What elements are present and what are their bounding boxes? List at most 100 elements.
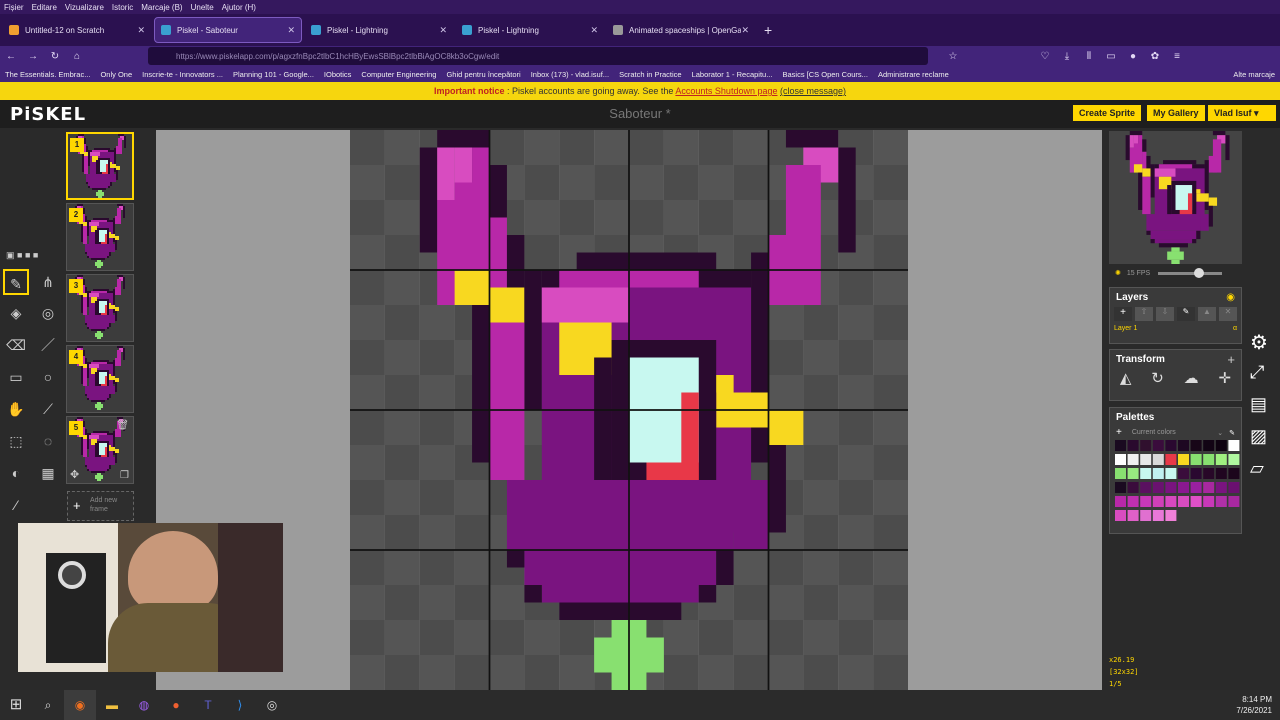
palette-swatch[interactable] xyxy=(1127,496,1139,507)
library-icon[interactable]: ⫴ xyxy=(1078,51,1100,62)
palette-swatch[interactable] xyxy=(1140,454,1152,465)
paint-bucket-icon[interactable]: ◈ xyxy=(3,300,29,326)
account-icon[interactable]: ● xyxy=(1122,51,1144,62)
move-frame-icon[interactable]: ✥ xyxy=(70,468,79,481)
palette-swatch[interactable] xyxy=(1165,510,1177,521)
palette-swatch[interactable] xyxy=(1140,510,1152,521)
palette-swatch[interactable] xyxy=(1127,440,1139,451)
palette-swatch[interactable] xyxy=(1190,496,1202,507)
bookmark[interactable]: The Essentials. Embrac... xyxy=(0,70,95,79)
color-picker-icon[interactable]: ⁄ xyxy=(3,492,29,518)
close-message-link[interactable]: (close message) xyxy=(780,86,846,96)
palette-swatch[interactable] xyxy=(1127,510,1139,521)
palette-swatch[interactable] xyxy=(1115,482,1126,493)
move-layer-up-icon[interactable]: ⇧ xyxy=(1135,307,1153,321)
bookmark[interactable]: Inbox (173) - vlad.isuf... xyxy=(526,70,614,79)
save-icon[interactable]: ▤ xyxy=(1250,394,1280,426)
frame-thumbnail[interactable]: 3 xyxy=(66,274,134,342)
paint-same-color-icon[interactable]: ◎ xyxy=(35,300,61,326)
palette-swatch[interactable] xyxy=(1165,440,1177,451)
bookmark[interactable]: IObotics xyxy=(319,70,357,79)
bookmark[interactable]: Basics [CS Open Cours... xyxy=(777,70,872,79)
eraser-icon[interactable]: ⌫ xyxy=(3,332,29,358)
palette-swatch[interactable] xyxy=(1152,510,1164,521)
flip-icon[interactable]: ◭ xyxy=(1120,369,1132,387)
plus-icon[interactable]: + xyxy=(1116,427,1122,438)
accounts-shutdown-link[interactable]: Accounts Shutdown page xyxy=(675,86,777,96)
pocket-icon[interactable]: ♡ xyxy=(1034,51,1056,62)
palette-swatch[interactable] xyxy=(1190,468,1202,479)
app-icon[interactable]: ● xyxy=(160,690,192,720)
stroke-icon[interactable]: ／ xyxy=(35,332,61,358)
palette-swatch[interactable] xyxy=(1127,482,1139,493)
extension-icon[interactable]: ✿ xyxy=(1144,51,1166,62)
frame-thumbnail[interactable]: 1 xyxy=(66,132,134,200)
layer-row[interactable]: Layer 1 α xyxy=(1114,325,1237,332)
palette-swatch[interactable] xyxy=(1190,454,1202,465)
close-icon[interactable]: ✕ xyxy=(741,25,749,36)
rename-layer-icon[interactable]: ✎ xyxy=(1177,307,1195,321)
merge-layer-icon[interactable]: ▲ xyxy=(1198,307,1216,321)
bookmark[interactable]: Computer Engineering xyxy=(356,70,441,79)
circle-icon[interactable]: ○ xyxy=(35,364,61,390)
lighten-icon[interactable]: ◐ xyxy=(3,460,29,486)
palette-swatch[interactable] xyxy=(1215,468,1227,479)
menu-view[interactable]: Vizualizare xyxy=(61,3,108,12)
my-gallery-button[interactable]: My Gallery xyxy=(1147,105,1205,121)
palette-swatch[interactable] xyxy=(1127,468,1139,479)
tab-piskel-lightning[interactable]: Piskel - Lightning ✕ xyxy=(305,17,453,43)
add-frame-button[interactable]: + Add new frame xyxy=(67,491,134,521)
open-folder-icon[interactable]: ▱ xyxy=(1250,458,1280,490)
menu-bookmarks[interactable]: Marcaje (B) xyxy=(137,3,186,12)
star-icon[interactable]: ☆ xyxy=(942,51,964,62)
eye-icon[interactable]: ◉ xyxy=(1226,292,1235,303)
shape-select-icon[interactable]: ⟋ xyxy=(35,396,61,422)
palette-swatches[interactable] xyxy=(1112,440,1242,526)
clone-sheep-icon[interactable]: ☁ xyxy=(1184,369,1199,387)
file-explorer-icon[interactable]: ▬ xyxy=(96,690,128,720)
user-menu-button[interactable]: Vlad Isuf ▾ xyxy=(1208,105,1276,121)
palette-swatch[interactable] xyxy=(1152,482,1164,493)
firefox-icon[interactable]: ◉ xyxy=(64,690,96,720)
palette-swatch[interactable] xyxy=(1140,468,1152,479)
bookmark[interactable]: Planning 101 - Google... xyxy=(228,70,319,79)
frame-thumbnail[interactable]: 5 🗑 ✥ ❐ xyxy=(66,416,134,484)
palette-swatch[interactable] xyxy=(1152,496,1164,507)
fps-slider[interactable] xyxy=(1158,267,1223,278)
address-bar[interactable]: https://www.piskelapp.com/p/agxzfnBpc2tl… xyxy=(148,47,928,65)
tab-piskel-lightning-2[interactable]: Piskel - Lightning ✕ xyxy=(456,17,604,43)
onion-icon[interactable]: ✺ xyxy=(1115,269,1121,277)
pen-tool-icon[interactable]: ✎ xyxy=(3,269,29,295)
settings-icon[interactable]: ⚙ xyxy=(1250,330,1280,362)
palette-swatch[interactable] xyxy=(1190,482,1202,493)
palette-swatch[interactable] xyxy=(1228,440,1240,451)
obs-icon[interactable]: ◎ xyxy=(256,690,288,720)
search-icon[interactable]: ⌕ xyxy=(32,690,64,720)
drawing-canvas[interactable] xyxy=(350,130,908,690)
palette-swatch[interactable] xyxy=(1215,454,1227,465)
move-layer-down-icon[interactable]: ⇩ xyxy=(1156,307,1174,321)
bookmark[interactable]: Administrare reclame xyxy=(873,70,954,79)
palette-swatch[interactable] xyxy=(1165,454,1177,465)
piskel-logo[interactable]: PiSKEL xyxy=(10,104,86,125)
menu-history[interactable]: Istoric xyxy=(108,3,137,12)
palette-swatch[interactable] xyxy=(1178,482,1189,493)
close-icon[interactable]: ✕ xyxy=(287,25,295,36)
delete-frame-icon[interactable]: 🗑 xyxy=(116,420,129,431)
palette-swatch[interactable] xyxy=(1228,468,1240,479)
new-tab-button[interactable]: + xyxy=(758,17,782,43)
palette-swatch[interactable] xyxy=(1228,454,1240,465)
bookmark[interactable]: Ghid pentru începători xyxy=(441,70,525,79)
palette-swatch[interactable] xyxy=(1152,468,1164,479)
teams-icon[interactable]: T xyxy=(192,690,224,720)
palette-swatch[interactable] xyxy=(1203,468,1215,479)
menu-icon[interactable]: ≡ xyxy=(1166,51,1188,62)
menu-edit[interactable]: Editare xyxy=(28,3,61,12)
lasso-select-icon[interactable]: ◌ xyxy=(35,428,61,454)
vscode-icon[interactable]: ⟩ xyxy=(224,690,256,720)
palette-swatch[interactable] xyxy=(1165,468,1177,479)
delete-layer-icon[interactable]: ✕ xyxy=(1219,307,1237,321)
palette-swatch[interactable] xyxy=(1115,468,1126,479)
palette-swatch[interactable] xyxy=(1140,440,1152,451)
close-icon[interactable]: ✕ xyxy=(590,25,598,36)
